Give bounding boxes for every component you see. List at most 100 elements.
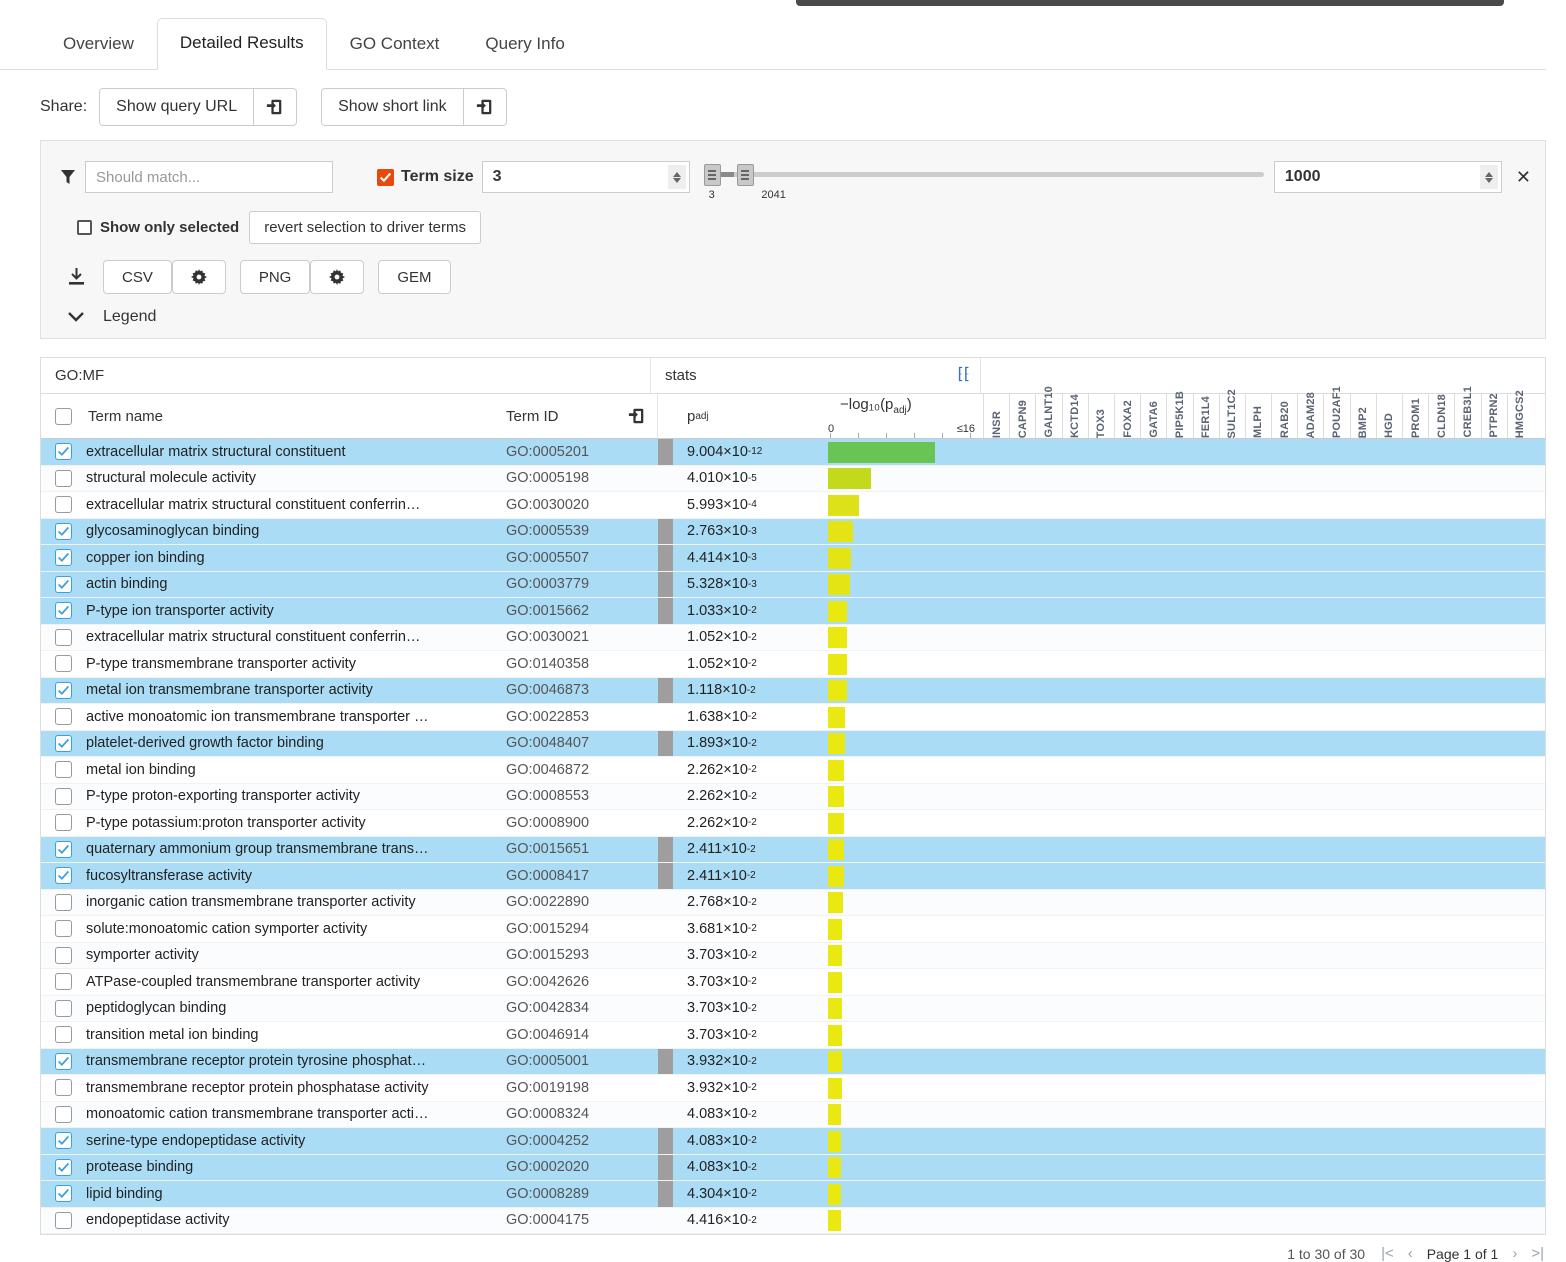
term-size-max-stepper[interactable] — [1479, 165, 1498, 189]
row-checkbox[interactable] — [55, 893, 72, 911]
next-page-button[interactable]: › — [1512, 1245, 1517, 1262]
search-input[interactable] — [85, 161, 333, 193]
term-id-cell[interactable]: GO:0046872 — [506, 757, 658, 783]
download-png-button[interactable]: PNG — [239, 260, 311, 294]
term-id-cell[interactable]: GO:0004252 — [506, 1128, 658, 1154]
term-id-cell[interactable]: GO:0022853 — [506, 704, 658, 730]
show-short-link-button[interactable]: Show short link — [321, 88, 464, 126]
term-id-cell[interactable]: GO:0008324 — [506, 1102, 658, 1128]
term-name-cell[interactable]: platelet-derived growth factor binding — [86, 731, 506, 757]
last-page-button[interactable]: >| — [1531, 1245, 1544, 1262]
row-checkbox[interactable] — [55, 575, 72, 593]
row-checkbox[interactable] — [55, 549, 72, 567]
term-id-cell[interactable]: GO:0042626 — [506, 969, 658, 995]
tab-detailed-results[interactable]: Detailed Results — [156, 18, 327, 70]
table-row[interactable]: serine-type endopeptidase activity GO:000… — [41, 1128, 1545, 1155]
download-csv-button[interactable]: CSV — [103, 260, 172, 294]
table-row[interactable]: structural molecule activity GO:0005198 4.… — [41, 465, 1545, 492]
term-id-cell[interactable]: GO:0008553 — [506, 784, 658, 810]
gene-column-header-POU2AF1[interactable]: POU2AF1 — [1323, 386, 1349, 438]
table-row[interactable]: inorganic cation transmembrane transport… — [41, 889, 1545, 916]
term-size-checkbox[interactable] — [377, 168, 394, 186]
column-header-padj[interactable]: p adj — [673, 394, 828, 438]
first-page-button[interactable]: |< — [1381, 1245, 1394, 1262]
row-checkbox[interactable] — [55, 443, 72, 461]
gene-column-header-CAPN9[interactable]: CAPN9 — [1009, 394, 1035, 438]
row-checkbox[interactable] — [55, 469, 72, 487]
table-row[interactable]: monoatomic cation transmembrane transpor… — [41, 1101, 1545, 1128]
term-id-cell[interactable]: GO:0003779 — [506, 572, 658, 598]
term-name-cell[interactable]: extracellular matrix structural constitu… — [86, 439, 506, 465]
term-id-cell[interactable]: GO:0022890 — [506, 890, 658, 916]
table-row[interactable]: actin binding GO:0003779 5.328×10 -3 — [41, 571, 1545, 598]
copy-short-link-button[interactable] — [463, 88, 507, 126]
table-row[interactable]: quaternary ammonium group transmembrane … — [41, 836, 1545, 863]
term-id-cell[interactable]: GO:0005001 — [506, 1049, 658, 1075]
row-checkbox[interactable] — [55, 761, 72, 779]
term-size-max-input[interactable] — [1273, 161, 1502, 193]
term-name-cell[interactable]: ATPase-coupled transmembrane transporter… — [86, 969, 506, 995]
term-id-cell[interactable]: GO:0030020 — [506, 492, 658, 518]
gene-column-header-SULT1C2[interactable]: SULT1C2 — [1218, 389, 1245, 438]
row-checkbox[interactable] — [55, 1026, 72, 1044]
table-row[interactable]: solute:monoatomic cation symporter activ… — [41, 916, 1545, 943]
term-name-cell[interactable]: P-type proton-exporting transporter acti… — [86, 784, 506, 810]
gene-column-header-GALNT10[interactable]: GALNT10 — [1035, 386, 1061, 438]
table-row[interactable]: fucosyltransferase activity GO:0008417 2.4… — [41, 863, 1545, 890]
row-checkbox[interactable] — [55, 1211, 72, 1229]
table-row[interactable]: extracellular matrix structural constitu… — [41, 624, 1545, 651]
term-name-cell[interactable]: symporter activity — [86, 943, 506, 969]
term-size-min-input[interactable] — [481, 161, 690, 193]
term-name-cell[interactable]: copper ion binding — [86, 545, 506, 571]
row-checkbox[interactable] — [55, 602, 72, 620]
gene-column-header-INSR[interactable]: INSR — [983, 394, 1009, 438]
prev-page-button[interactable]: ‹ — [1408, 1245, 1413, 1262]
gene-column-header-PIP5K1B[interactable]: PIP5K1B — [1166, 391, 1192, 438]
table-row[interactable]: metal ion transmembrane transporter acti… — [41, 677, 1545, 704]
term-size-max-field[interactable] — [1273, 161, 1502, 193]
table-row[interactable]: P-type proton-exporting transporter acti… — [41, 783, 1545, 810]
term-size-slider[interactable]: 3 2041 — [703, 155, 1264, 201]
term-name-cell[interactable]: inorganic cation transmembrane transport… — [86, 890, 506, 916]
term-id-cell[interactable]: GO:0015662 — [506, 598, 658, 624]
gene-column-header-CREB3L1[interactable]: CREB3L1 — [1454, 386, 1480, 438]
term-id-cell[interactable]: GO:0005507 — [506, 545, 658, 571]
table-row[interactable]: peptidoglycan binding GO:0042834 3.703×10-… — [41, 995, 1545, 1022]
row-checkbox[interactable] — [55, 1079, 72, 1097]
table-row[interactable]: protease binding GO:0002020 4.083×10 -2 — [41, 1154, 1545, 1181]
term-name-cell[interactable]: glycosaminoglycan binding — [86, 519, 506, 545]
term-id-cell[interactable]: GO:0015294 — [506, 916, 658, 942]
term-size-min-field[interactable] — [481, 161, 690, 193]
term-id-cell[interactable]: GO:0008289 — [506, 1181, 658, 1207]
term-name-cell[interactable]: transmembrane receptor protein tyrosine … — [86, 1049, 506, 1075]
row-checkbox[interactable] — [55, 1132, 72, 1150]
row-checkbox[interactable] — [55, 734, 72, 752]
copy-query-url-button[interactable] — [254, 88, 298, 126]
term-name-cell[interactable]: protease binding — [86, 1155, 506, 1181]
term-name-cell[interactable]: metal ion binding — [86, 757, 506, 783]
png-settings-button[interactable] — [310, 260, 365, 294]
tab-overview[interactable]: Overview — [40, 19, 157, 70]
gene-column-header-FOXA2[interactable]: FOXA2 — [1113, 394, 1140, 438]
table-row[interactable]: ATPase-coupled transmembrane transporter… — [41, 969, 1545, 996]
term-name-cell[interactable]: P-type transmembrane transporter activit… — [86, 651, 506, 677]
term-id-cell[interactable]: GO:0002020 — [506, 1155, 658, 1181]
table-row[interactable]: transmembrane receptor protein tyrosine … — [41, 1048, 1545, 1075]
table-row[interactable]: glycosaminoglycan binding GO:0005539 2.763… — [41, 518, 1545, 545]
csv-settings-button[interactable] — [171, 260, 226, 294]
term-id-cell[interactable]: GO:0046914 — [506, 1022, 658, 1048]
term-id-cell[interactable]: GO:0015293 — [506, 943, 658, 969]
term-id-cell[interactable]: GO:0030021 — [506, 625, 658, 651]
term-name-cell[interactable]: extracellular matrix structural constitu… — [86, 492, 506, 518]
table-row[interactable]: endopeptidase activity GO:0004175 4.416×10… — [41, 1207, 1545, 1234]
gene-column-header-PTPRN2[interactable]: PTPRN2 — [1480, 393, 1507, 438]
term-name-cell[interactable]: fucosyltransferase activity — [86, 863, 506, 889]
table-row[interactable]: P-type potassium:proton transporter acti… — [41, 810, 1545, 837]
table-row[interactable]: transition metal ion binding GO:0046914 3.… — [41, 1022, 1545, 1049]
term-name-cell[interactable]: P-type potassium:proton transporter acti… — [86, 810, 506, 836]
term-id-cell[interactable]: GO:0019198 — [506, 1075, 658, 1101]
table-row[interactable]: lipid binding GO:0008289 4.304×10 -2 — [41, 1181, 1545, 1208]
table-row[interactable]: symporter activity GO:0015293 3.703×10 -2 — [41, 942, 1545, 969]
row-checkbox[interactable] — [55, 628, 72, 646]
table-row[interactable]: active monoatomic ion transmembrane tran… — [41, 704, 1545, 731]
